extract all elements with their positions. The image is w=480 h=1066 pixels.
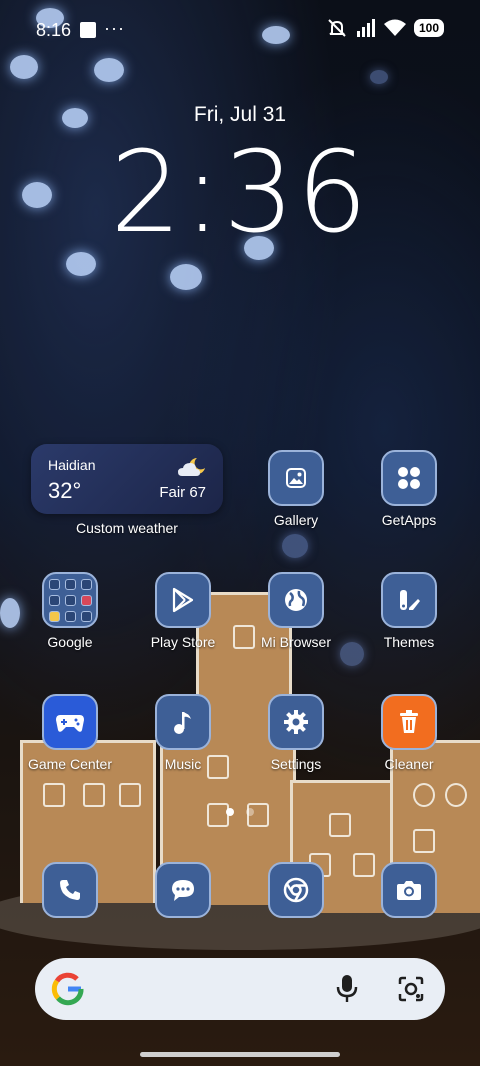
- microphone-icon[interactable]: [335, 974, 359, 1004]
- clock: 2:36: [110, 128, 370, 258]
- dock-messages[interactable]: [133, 862, 233, 918]
- weather-widget-label: Custom weather: [76, 520, 178, 536]
- trash-icon: [400, 710, 418, 733]
- app-label: Gallery: [273, 512, 319, 528]
- google-search-bar[interactable]: [35, 958, 445, 1020]
- gear-icon: [284, 710, 308, 734]
- app-mi-browser[interactable]: Mi Browser: [246, 572, 346, 650]
- app-gallery[interactable]: Gallery: [246, 450, 346, 528]
- mute-icon: [328, 19, 346, 37]
- phone-icon: [60, 880, 80, 900]
- battery-indicator: 100: [413, 19, 444, 37]
- app-label: Themes: [383, 634, 435, 650]
- messages-icon: [172, 880, 194, 901]
- app-play-store[interactable]: Play Store: [133, 572, 233, 650]
- app-label: Music: [164, 756, 202, 772]
- page-dot: [246, 808, 254, 816]
- dock-chrome[interactable]: [246, 862, 346, 918]
- status-time: 8:16: [36, 20, 72, 40]
- dock-camera[interactable]: [359, 862, 459, 918]
- app-label: Play Store: [150, 634, 216, 650]
- globe-icon: [285, 589, 307, 611]
- home-indicator[interactable]: [140, 1052, 340, 1057]
- notification-icon: [80, 22, 96, 38]
- music-note-icon: [174, 712, 191, 734]
- app-label: Game Center: [27, 756, 113, 772]
- weather-widget[interactable]: Haidian 32° Fair 67: [31, 444, 223, 514]
- date-label: Fri, Jul 31: [193, 103, 287, 126]
- weather-temperature: 32°: [48, 478, 82, 503]
- getapps-icon: [398, 467, 420, 489]
- partly-cloudy-night-icon: [178, 458, 205, 476]
- game-controller-icon: [56, 715, 84, 732]
- play-store-icon: [172, 587, 194, 613]
- app-settings[interactable]: Settings: [246, 694, 346, 772]
- app-label: Google: [47, 634, 93, 650]
- google-g-icon: [51, 972, 84, 1006]
- weather-city: Haidian: [48, 457, 96, 473]
- folder-grid-icon: [48, 578, 92, 622]
- app-cleaner[interactable]: Cleaner: [359, 694, 459, 772]
- more-notifications-indicator: ···: [104, 18, 125, 38]
- chrome-icon: [283, 877, 309, 903]
- app-label: GetApps: [381, 512, 437, 528]
- status-bar: 8:16 ··· 100: [0, 0, 480, 60]
- lens-camera-icon[interactable]: [397, 975, 425, 1003]
- wifi-icon: [383, 19, 406, 36]
- signal-icon: [356, 19, 375, 37]
- weather-condition: Fair 67: [159, 484, 206, 501]
- camera-icon: [397, 881, 421, 900]
- gallery-icon: [286, 468, 306, 488]
- app-music[interactable]: Music: [133, 694, 233, 772]
- dock-phone[interactable]: [20, 862, 120, 918]
- app-label: Settings: [270, 756, 322, 772]
- app-game-center[interactable]: Game Center: [20, 694, 120, 772]
- themes-icon: [400, 590, 420, 610]
- app-getapps[interactable]: GetApps: [359, 450, 459, 528]
- app-themes[interactable]: Themes: [359, 572, 459, 650]
- folder-google[interactable]: Google: [20, 572, 120, 650]
- app-label: Mi Browser: [260, 634, 331, 650]
- page-dot-active: [226, 808, 234, 816]
- page-indicator[interactable]: [0, 808, 480, 816]
- app-label: Cleaner: [384, 756, 434, 772]
